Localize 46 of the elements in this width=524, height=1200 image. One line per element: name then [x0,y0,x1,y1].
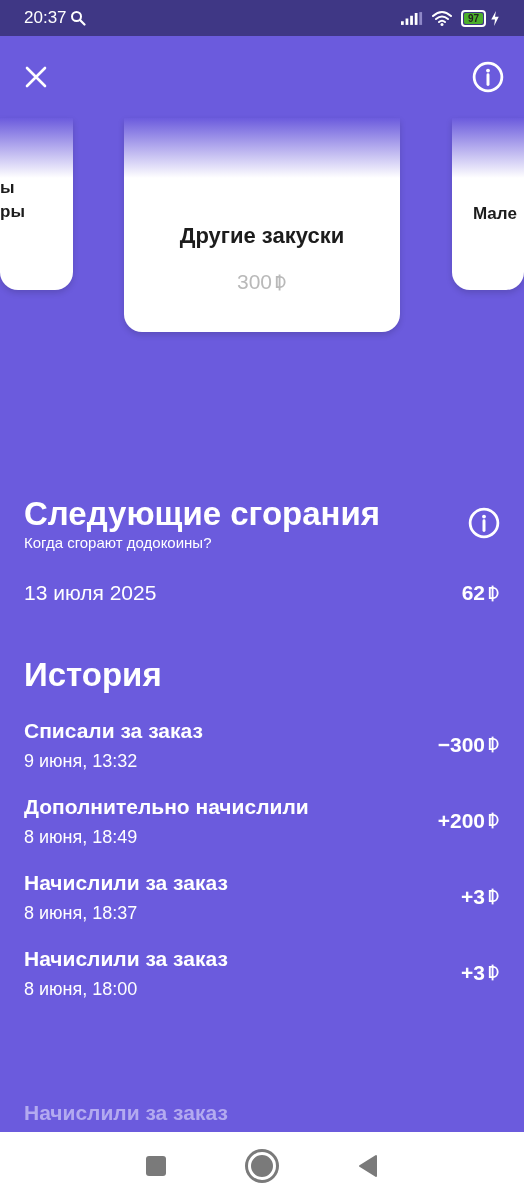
transaction-title: Списали за заказ [24,718,203,744]
info-button[interactable] [468,506,500,539]
section-title: История [24,655,163,695]
signal-icon [400,11,423,25]
search-icon [69,10,86,26]
coin-icon [487,583,500,603]
card-title: Другие закуски [179,224,345,248]
battery-level: 97 [463,12,483,24]
card-title: Мале [473,203,517,225]
info-icon [472,61,504,93]
coin-amount: −300 [437,732,485,757]
coin-amount: +3 [461,960,485,985]
coin-icon [487,735,500,754]
coin-icon [274,272,287,292]
product-card[interactable]: ы ры [0,118,73,290]
transaction-date: 8 июня, 18:37 [24,903,139,924]
coin-amount: +3 [461,884,485,909]
coin-amount: 300 [236,270,272,294]
close-icon [24,65,48,89]
transaction-title: Начислили за заказ [24,870,228,896]
wifi-icon [430,10,453,26]
coin-icon [487,963,500,982]
info-button[interactable] [472,61,504,93]
transaction-title: Начислили за заказ [24,946,228,972]
section-title: Следующие сгорания [24,494,381,534]
expiration-date: 13 июля 2025 [24,581,157,605]
coin-amount: 62 [461,581,485,605]
close-button[interactable] [24,65,48,89]
section-subtitle: Когда сгорают додокоины? [24,534,213,551]
status-time: 20:37 [24,8,67,28]
transaction-date: 8 июня, 18:00 [24,979,139,1000]
back-icon [358,1154,378,1178]
product-card[interactable]: Мале [452,118,524,290]
transaction-date: 8 июня, 18:49 [24,827,139,848]
transaction-date: 9 июня, 13:32 [24,751,139,772]
coin-icon [487,887,500,906]
coin-icon [487,811,500,830]
charging-icon [490,10,500,26]
transaction-title: Дополнительно начислили [24,794,309,820]
product-card[interactable]: Другие закуски 300 [124,118,400,332]
info-icon [468,506,500,539]
home-button[interactable] [248,1152,276,1180]
coin-amount: +200 [437,808,485,833]
transaction-title: Начислили за заказ [24,1101,228,1125]
card-title: ы ры [0,177,25,223]
back-button[interactable] [358,1154,378,1178]
